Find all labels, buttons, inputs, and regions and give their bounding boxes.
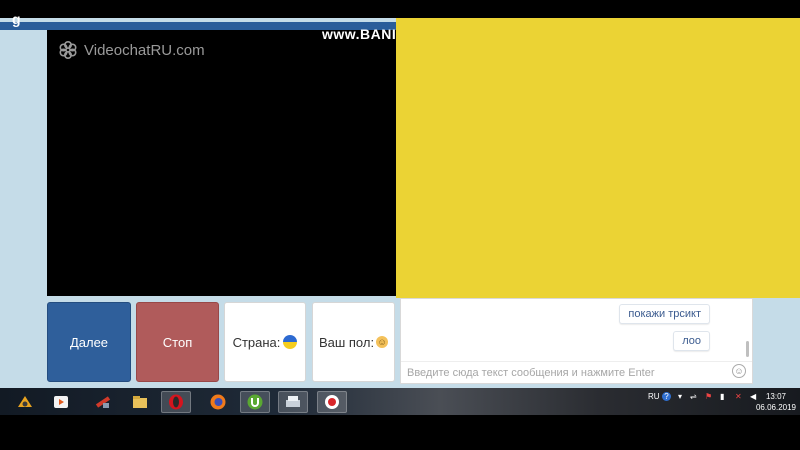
opera-icon[interactable] — [161, 391, 191, 413]
language-indicator[interactable]: RU — [648, 392, 660, 401]
ccleaner-icon[interactable] — [88, 391, 118, 413]
media-player-icon[interactable] — [46, 391, 76, 413]
letterbox-top — [0, 0, 800, 18]
ukraine-flag-icon — [283, 335, 298, 349]
next-label: Далее — [69, 334, 109, 350]
emoji-icon[interactable]: ☺ — [732, 364, 746, 378]
corner-glyph: g — [12, 11, 21, 27]
alert-icon[interactable]: ✕ — [735, 392, 742, 401]
chat-panel: покажи трсикт лоо ☺ — [400, 298, 753, 384]
flower-logo-icon — [58, 40, 78, 60]
file-explorer-icon[interactable] — [125, 391, 155, 413]
firefox-icon[interactable] — [203, 391, 233, 413]
clock-date: 06.06.2019 — [755, 403, 796, 412]
country-select[interactable]: Страна: — [224, 302, 306, 382]
site-logo[interactable]: VideochatRU.com — [58, 40, 205, 60]
chat-message: покажи трсикт — [619, 304, 710, 324]
utorrent-icon[interactable] — [240, 391, 270, 413]
face-icon: ☺ — [376, 336, 389, 348]
banner-text: www.BANI — [322, 26, 397, 42]
next-button[interactable]: Далее — [47, 302, 131, 382]
clock[interactable]: 13:07 06.06.2019 — [756, 391, 796, 413]
winamp-icon[interactable] — [10, 391, 40, 413]
chat-input[interactable] — [401, 361, 752, 383]
bandicam-icon[interactable] — [317, 391, 347, 413]
network-icon[interactable]: ▮ — [720, 392, 724, 401]
stop-label: Стоп — [162, 334, 193, 350]
gender-label: Ваш пол: — [318, 334, 375, 350]
scanner-icon[interactable] — [278, 391, 308, 413]
logo-text: VideochatRU.com — [84, 41, 205, 59]
stop-button[interactable]: Стоп — [136, 302, 219, 382]
help-icon[interactable]: ? — [662, 392, 671, 401]
flag-icon[interactable]: ⚑ — [705, 392, 712, 401]
usb-icon[interactable]: ⇌ — [690, 392, 697, 401]
remote-video — [396, 18, 800, 298]
country-label: Страна: — [232, 334, 281, 350]
tray-chevron-icon[interactable]: ▾ — [678, 392, 682, 401]
chat-scrollbar[interactable] — [746, 341, 749, 357]
gender-select[interactable]: Ваш пол: ☺ — [312, 302, 395, 382]
clock-time: 13:07 — [765, 392, 786, 401]
chat-message: лоо — [673, 331, 710, 351]
letterbox-bottom — [0, 415, 800, 450]
local-video — [47, 30, 396, 296]
